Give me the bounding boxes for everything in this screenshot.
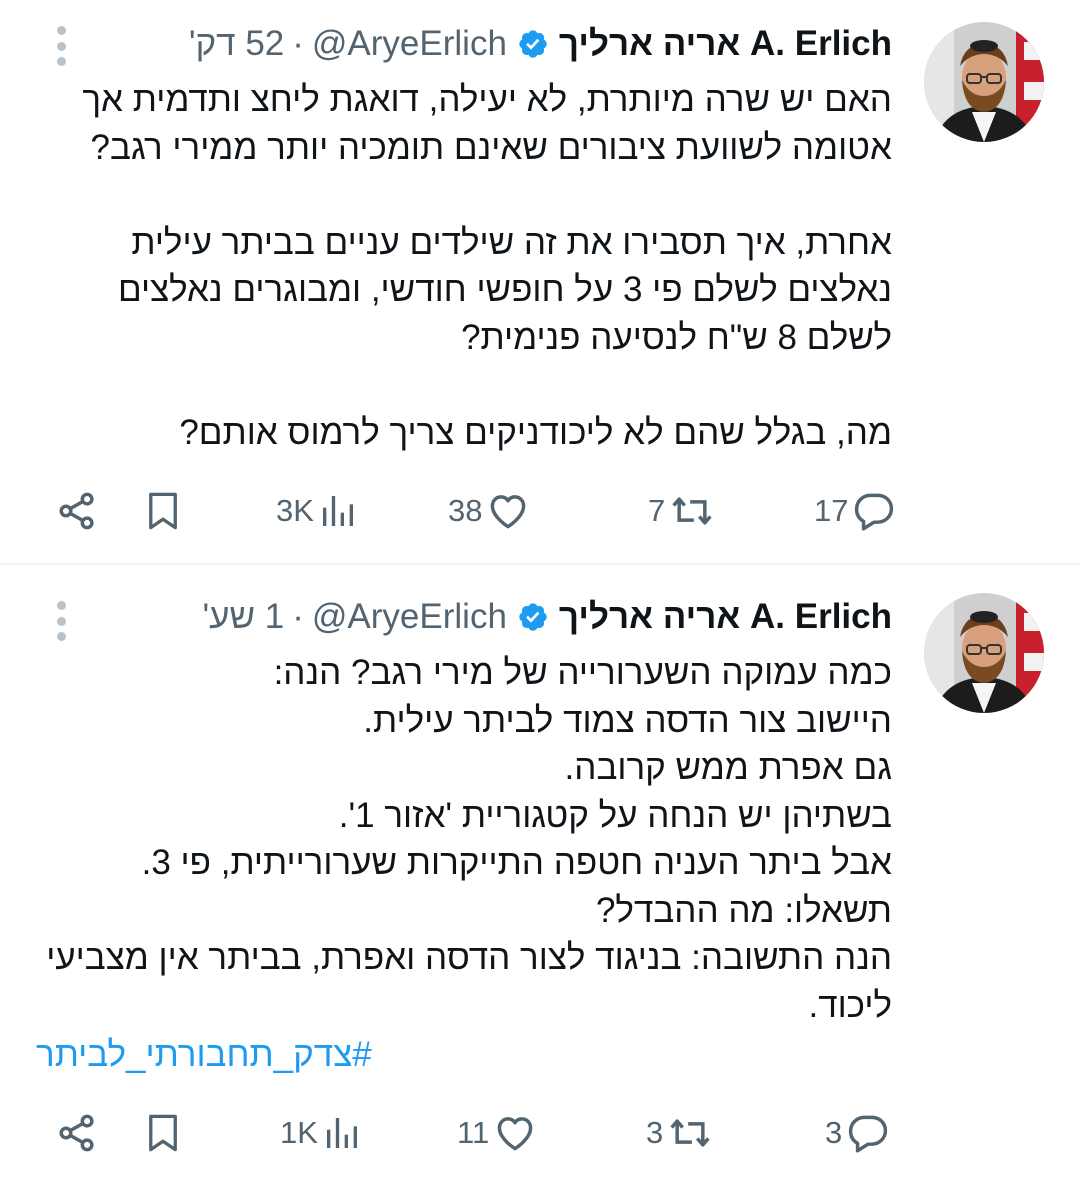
share-icon	[59, 492, 94, 530]
bookmark-button[interactable]	[142, 1107, 184, 1159]
separator-dot: ·	[292, 24, 304, 63]
text-line: ליכוד.	[808, 985, 892, 1025]
like-icon	[497, 1117, 533, 1151]
text-line-blank	[30, 361, 892, 409]
text-line: אטומה לשוועת ציבורים שאינם תומכיה יותר מ…	[90, 127, 892, 167]
handle[interactable]: @AryeErlich	[312, 24, 507, 64]
timestamp[interactable]: 1 שע'	[202, 597, 284, 637]
display-name[interactable]: אריה ארליך A. Erlich	[559, 24, 892, 64]
text-line: אבל ביתר העניה חטפה התייקרות שערורייתית,…	[141, 843, 892, 882]
share-icon	[59, 1114, 94, 1152]
share-button[interactable]	[55, 485, 99, 537]
timeline: אריה ארליך A. Erlich @AryeErlich · 52 דק…	[0, 0, 1080, 1179]
views-count: 1K	[280, 1115, 318, 1150]
bookmark-icon	[149, 1114, 177, 1152]
avatar-image	[924, 22, 1044, 142]
bookmark-button[interactable]	[142, 485, 184, 537]
reply-button[interactable]: 3	[825, 1107, 890, 1159]
avatar[interactable]	[924, 593, 1044, 713]
tweet-header: אריה ארליך A. Erlich @AryeErlich · 52 דק…	[40, 22, 892, 66]
text-line: האם יש שרה מיותרת, לא יעילה, דואגת ליחצ …	[82, 80, 892, 119]
text-line: גם אפרת ממש קרובה.	[564, 748, 892, 787]
reply-icon	[849, 1115, 888, 1153]
views-count: 3K	[276, 493, 314, 528]
text-line: הנה התשובה: בניגוד לצור הדסה ואפרת, בבית…	[46, 938, 892, 977]
display-name[interactable]: אריה ארליך A. Erlich	[559, 597, 892, 637]
tweet-actions: 3K 38 7 17	[0, 485, 1080, 537]
text-line: לשלם 8 ש"ח לנסיעה פנימית?	[461, 317, 892, 357]
retweets-count: 7	[648, 493, 666, 528]
text-line: כמה עמוקה השערורייה של מירי רגב? הנה:	[273, 653, 892, 692]
verified-icon	[517, 601, 549, 633]
views-icon	[326, 1118, 357, 1148]
views-button[interactable]: 3K	[276, 485, 358, 537]
more-icon[interactable]	[54, 26, 68, 66]
likes-count: 38	[448, 493, 483, 528]
replies-count: 17	[814, 493, 849, 528]
timestamp[interactable]: 52 דק'	[189, 24, 284, 64]
retweet-button[interactable]: 3	[646, 1107, 713, 1159]
tweet-text: כמה עמוקה השערורייה של מירי רגב? הנה: הי…	[30, 649, 892, 1029]
handle[interactable]: @AryeErlich	[312, 597, 507, 637]
text-line: בשתיהן יש הנחה על קטגוריית 'אזור 1'.	[338, 795, 892, 835]
tweet[interactable]: אריה ארליך A. Erlich @AryeErlich · 1 שע'…	[0, 565, 1080, 1179]
reply-button[interactable]: 17	[814, 485, 896, 537]
like-button[interactable]: 11	[457, 1107, 537, 1159]
reply-icon	[855, 493, 894, 531]
more-icon[interactable]	[54, 601, 68, 641]
text-line: מה, בגלל שהם לא ליכודניקים צריך לרמוס או…	[179, 412, 892, 452]
text-line: תשאלו: מה ההבדל?	[595, 890, 892, 930]
tweet[interactable]: אריה ארליך A. Erlich @AryeErlich · 52 דק…	[0, 0, 1080, 563]
retweet-icon	[672, 497, 712, 525]
bookmark-icon	[149, 492, 177, 530]
views-icon	[322, 496, 353, 526]
likes-count: 11	[457, 1115, 490, 1150]
tweet-actions: 1K 11 3 3	[0, 1107, 1080, 1159]
avatar-image	[924, 593, 1044, 713]
retweet-icon	[670, 1119, 710, 1147]
verified-icon	[517, 28, 549, 60]
avatar[interactable]	[924, 22, 1044, 142]
text-line-blank	[30, 171, 892, 219]
hashtag-row: #צדק_תחבורתי_לביתר	[36, 1031, 372, 1079]
like-icon	[491, 495, 526, 529]
share-button[interactable]	[55, 1107, 99, 1159]
views-button[interactable]: 1K	[280, 1107, 362, 1159]
tweet-header: אריה ארליך A. Erlich @AryeErlich · 1 שע'	[40, 595, 892, 639]
text-line: היישוב צור הדסה צמוד לביתר עילית.	[363, 700, 892, 740]
hashtag-link[interactable]: #צדק_תחבורתי_לביתר	[36, 1035, 372, 1074]
retweets-count: 3	[646, 1115, 664, 1150]
separator-dot: ·	[292, 597, 304, 636]
text-line: נאלצים לשלם פי 3 על חופשי חודשי, ומבוגרי…	[117, 270, 892, 309]
replies-count: 3	[825, 1115, 843, 1150]
like-button[interactable]: 38	[448, 485, 530, 537]
text-line: אחרת, איך תסבירו את זה שילדים עניים בבית…	[131, 222, 892, 262]
tweet-text: האם יש שרה מיותרת, לא יעילה, דואגת ליחצ …	[30, 76, 892, 456]
retweet-button[interactable]: 7	[648, 485, 715, 537]
